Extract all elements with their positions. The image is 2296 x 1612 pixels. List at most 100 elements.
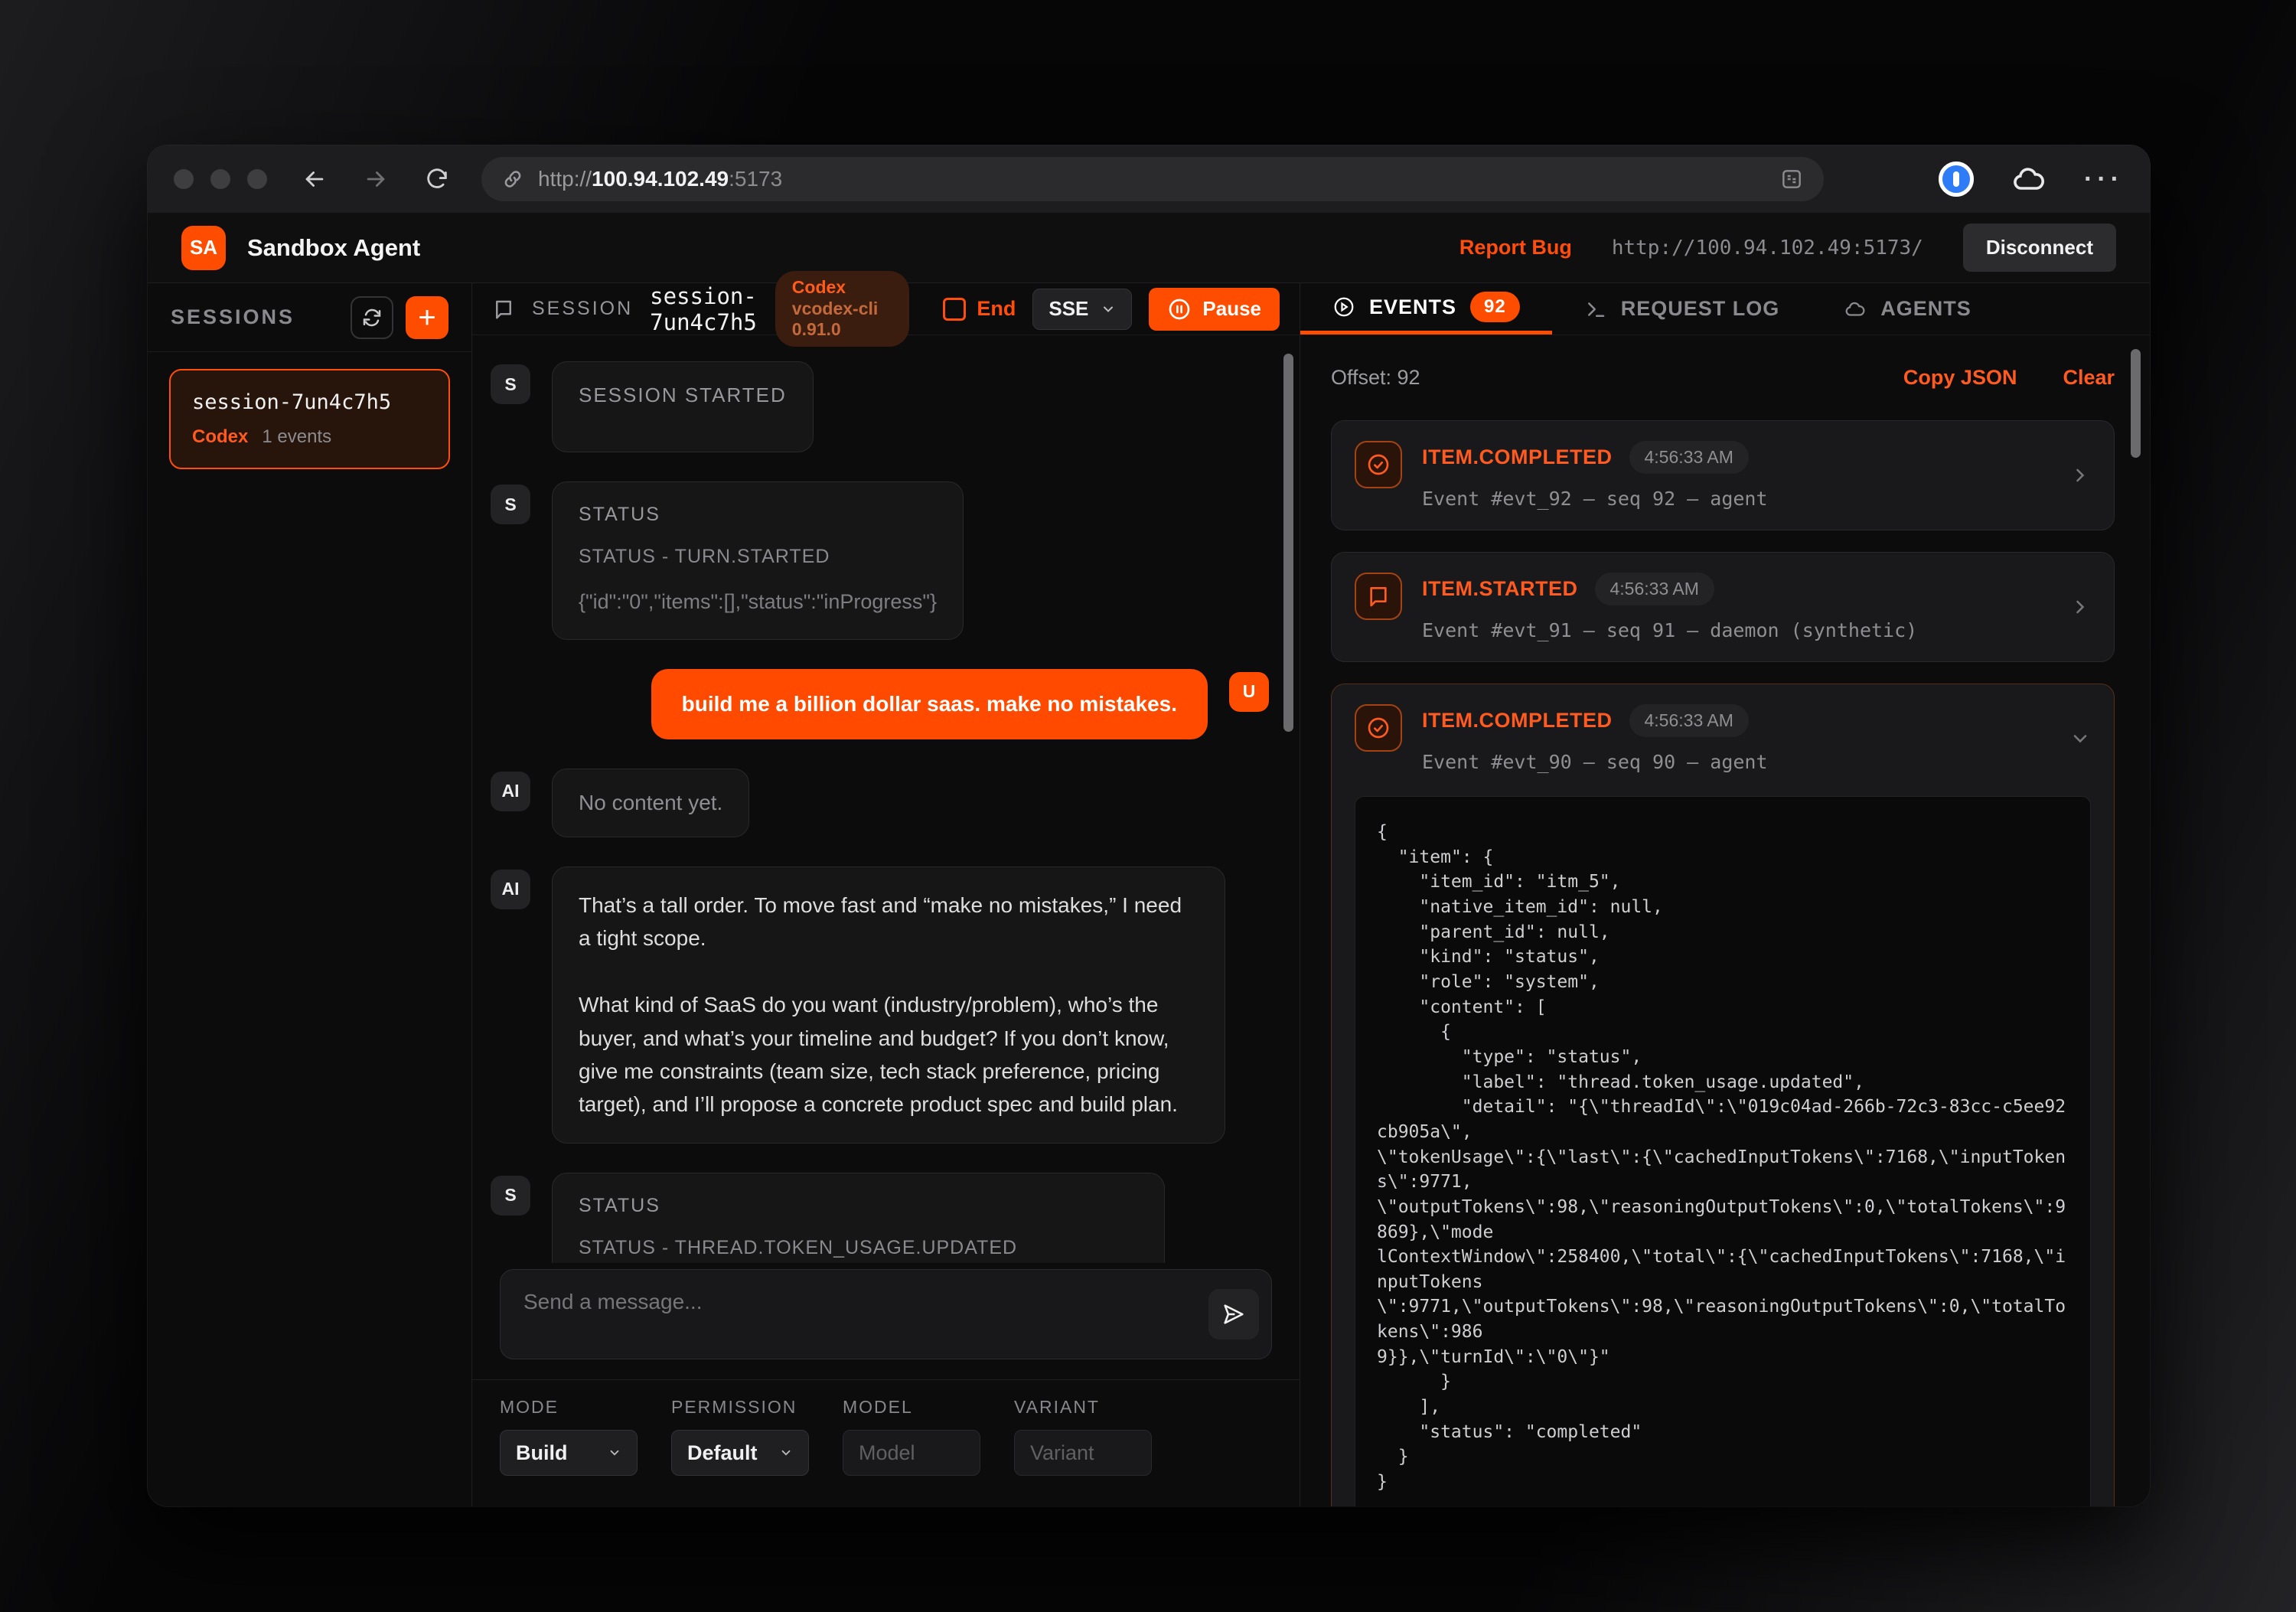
tab-events[interactable]: EVENTS 92 xyxy=(1300,283,1552,334)
events-offset: Offset: 92 xyxy=(1331,366,1420,390)
event-time: 4:56:33 AM xyxy=(1629,441,1749,474)
report-bug-link[interactable]: Report Bug xyxy=(1459,236,1572,259)
chevron-down-icon xyxy=(608,1446,621,1460)
ai-message-row: AI No content yet. xyxy=(491,768,1269,837)
status-heading: STATUS xyxy=(579,1195,1138,1217)
chevron-down-icon xyxy=(1101,302,1116,317)
status-message-row: S STATUS STATUS - TURN.STARTED {"id":"0"… xyxy=(491,481,1269,640)
session-panel: SESSION session-7un4c7h5 Codex vcodex-cl… xyxy=(472,283,1300,1506)
tab-agents[interactable]: AGENTS xyxy=(1812,283,2004,334)
event-time: 4:56:33 AM xyxy=(1595,573,1714,605)
session-controls: MODE Build PERMISSION Default MODEL xyxy=(472,1379,1300,1506)
events-scrollbar[interactable] xyxy=(2131,349,2141,458)
zoom-window-button[interactable] xyxy=(247,169,267,189)
copy-json-button[interactable]: Copy JSON xyxy=(1903,366,2017,390)
sessions-sidebar: SESSIONS + session-7un4c7h5 Codex 1 even… xyxy=(148,283,472,1506)
end-label: End xyxy=(977,297,1016,321)
app-logo: SA xyxy=(181,226,226,270)
transport-select[interactable]: SSE xyxy=(1032,289,1132,330)
window-controls xyxy=(174,169,267,189)
clear-events-button[interactable]: Clear xyxy=(2063,366,2115,390)
reload-button[interactable] xyxy=(423,165,451,193)
disconnect-button[interactable]: Disconnect xyxy=(1963,224,2116,272)
session-agent: Codex xyxy=(192,426,248,448)
browser-menu-icon[interactable]: ··· xyxy=(2084,165,2124,194)
event-meta: Event #evt_92 – seq 92 – agent xyxy=(1422,488,2050,510)
ai-empty-text: No content yet. xyxy=(579,791,722,815)
new-session-button[interactable]: + xyxy=(406,296,448,339)
chat-transcript: S SESSION STARTED S STATUS STATUS - TURN… xyxy=(472,335,1300,1263)
system-avatar: S xyxy=(491,1176,530,1216)
minimize-window-button[interactable] xyxy=(210,169,230,189)
forward-button[interactable] xyxy=(362,165,390,193)
session-name: session-7un4c7h5 xyxy=(192,390,427,414)
mode-select[interactable]: Build xyxy=(500,1430,638,1476)
cloud-icon[interactable] xyxy=(2011,161,2047,197)
sessions-title: SESSIONS xyxy=(171,305,295,329)
permission-select[interactable]: Default xyxy=(671,1430,809,1476)
user-message-bubble: build me a billion dollar saas. make no … xyxy=(651,669,1208,739)
permission-value: Default xyxy=(687,1441,758,1465)
variant-label: VARIANT xyxy=(1014,1397,1152,1418)
ai-avatar: AI xyxy=(491,772,530,811)
events-list-container: Offset: 92 Copy JSON Clear ITEM.COMPLETE… xyxy=(1300,335,2150,1506)
pause-icon xyxy=(1167,297,1192,321)
model-input[interactable] xyxy=(843,1430,980,1476)
tab-agents-label: AGENTS xyxy=(1880,297,1971,321)
reader-panel-icon[interactable] xyxy=(1779,167,1804,191)
ai-paragraph: What kind of SaaS do you want (industry/… xyxy=(579,988,1199,1121)
close-window-button[interactable] xyxy=(174,169,194,189)
chevron-down-icon xyxy=(2069,728,2091,749)
session-label: SESSION xyxy=(532,298,633,320)
end-checkbox[interactable] xyxy=(943,298,966,321)
badge-agent: Codex xyxy=(792,277,846,297)
check-circle-icon xyxy=(1355,704,1402,752)
send-icon xyxy=(1221,1301,1247,1327)
play-circle-icon xyxy=(1332,295,1355,318)
permission-label: PERMISSION xyxy=(671,1397,809,1418)
session-id: session-7un4c7h5 xyxy=(650,283,758,335)
app-header: SA Sandbox Agent Report Bug http://100.9… xyxy=(148,213,2150,283)
model-label: MODEL xyxy=(843,1397,980,1418)
browser-chrome: http://100.94.102.49:5173 ··· xyxy=(148,145,2150,213)
composer xyxy=(472,1263,1300,1379)
event-type: ITEM.COMPLETED xyxy=(1422,445,1613,469)
pause-button[interactable]: Pause xyxy=(1149,288,1280,331)
tab-request-log-label: REQUEST LOG xyxy=(1621,297,1780,321)
session-events-count: 1 events xyxy=(262,426,331,448)
pause-label: Pause xyxy=(1202,297,1261,321)
send-button[interactable] xyxy=(1208,1289,1259,1340)
ai-message-bubble: That’s a tall order. To move fast and “m… xyxy=(552,866,1225,1144)
url-host: 100.94.102.49 xyxy=(592,167,729,191)
event-type: ITEM.STARTED xyxy=(1422,577,1578,601)
check-circle-icon xyxy=(1355,441,1402,488)
badge-version: vcodex-cli 0.91.0 xyxy=(792,299,879,340)
chevron-right-icon xyxy=(2069,465,2091,486)
event-card-expanded[interactable]: ITEM.COMPLETED 4:56:33 AM Event #evt_90 … xyxy=(1331,684,2115,1506)
panel-tabs: EVENTS 92 REQUEST LOG AGENTS xyxy=(1300,283,2150,335)
session-list-item[interactable]: session-7un4c7h5 Codex 1 events xyxy=(169,369,450,469)
back-button[interactable] xyxy=(301,165,328,193)
refresh-icon xyxy=(360,306,383,329)
chevron-right-icon xyxy=(2069,596,2091,618)
event-card[interactable]: ITEM.COMPLETED 4:56:33 AM Event #evt_92 … xyxy=(1331,420,2115,530)
link-icon xyxy=(501,168,524,191)
app-title: Sandbox Agent xyxy=(247,234,420,262)
event-card[interactable]: ITEM.STARTED 4:56:33 AM Event #evt_91 – … xyxy=(1331,552,2115,662)
refresh-sessions-button[interactable] xyxy=(351,296,393,339)
address-bar[interactable]: http://100.94.102.49:5173 xyxy=(481,157,1824,201)
events-panel: EVENTS 92 REQUEST LOG AGENTS Offset: 92 … xyxy=(1300,283,2150,1506)
event-json-payload: { "item": { "item_id": "itm_5", "native_… xyxy=(1355,796,2091,1506)
session-started-bubble: SESSION STARTED xyxy=(552,361,814,452)
password-manager-icon[interactable] xyxy=(1939,162,1974,197)
user-avatar: U xyxy=(1229,672,1269,712)
status-bubble: STATUS STATUS - TURN.STARTED {"id":"0","… xyxy=(552,481,964,640)
mode-label: MODE xyxy=(500,1397,638,1418)
variant-input[interactable] xyxy=(1014,1430,1152,1476)
event-meta: Event #evt_90 – seq 90 – agent xyxy=(1422,751,2050,773)
ai-message-row: AI That’s a tall order. To move fast and… xyxy=(491,866,1269,1144)
session-started-label: SESSION STARTED xyxy=(579,383,787,407)
message-input[interactable] xyxy=(501,1270,1271,1359)
chat-scrollbar[interactable] xyxy=(1283,354,1293,732)
tab-request-log[interactable]: REQUEST LOG xyxy=(1552,283,1812,334)
